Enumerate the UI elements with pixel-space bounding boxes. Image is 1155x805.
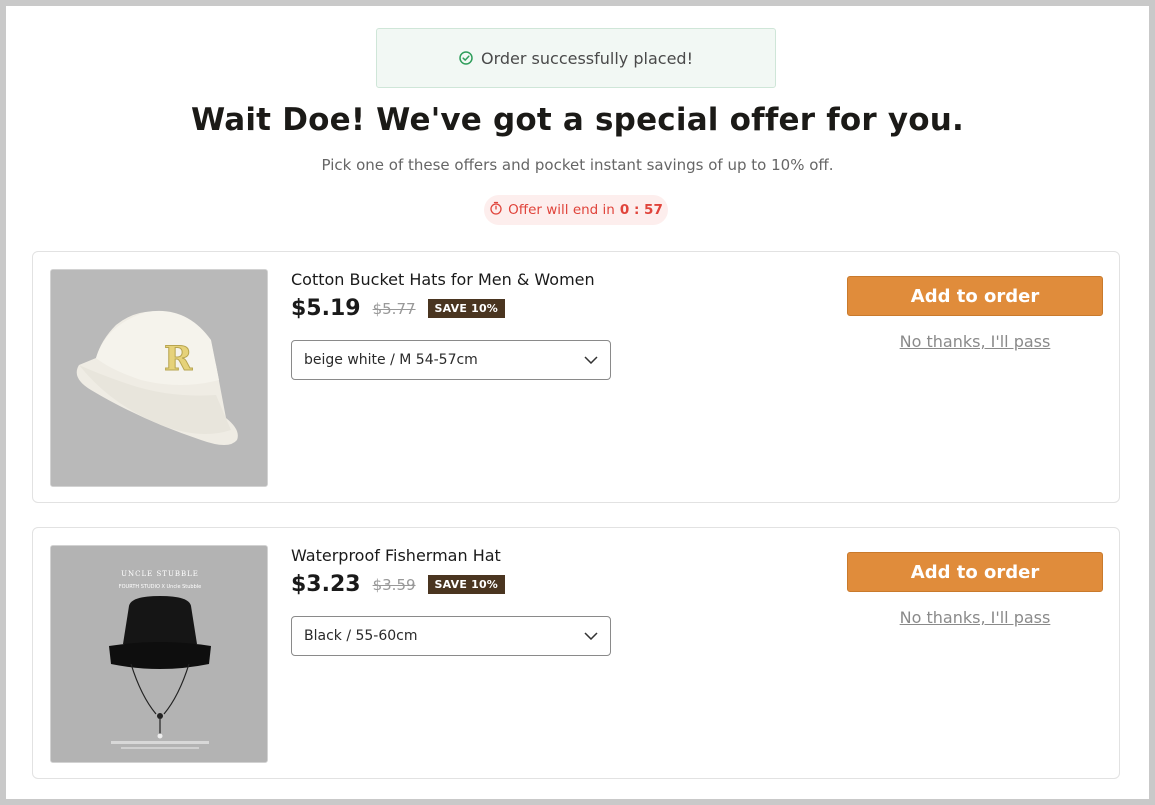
discount-badge: SAVE 10% (427, 299, 506, 318)
offer-card: R Cotton Bucket Hats for Men & Women $5.… (32, 251, 1120, 503)
variant-value: Black / 55-60cm (304, 628, 418, 644)
product-title: Cotton Bucket Hats for Men & Women (291, 270, 595, 289)
success-message: Order successfully placed! (481, 48, 693, 68)
original-price: $3.59 (372, 575, 416, 594)
success-banner: Order successfully placed! (376, 28, 776, 88)
hat-brand-text: UNCLE STUBBLE (121, 570, 199, 578)
variant-select[interactable]: beige white / M 54-57cm (291, 340, 611, 380)
product-title: Waterproof Fisherman Hat (291, 546, 501, 565)
add-to-order-button[interactable]: Add to order (847, 552, 1103, 592)
variant-select[interactable]: Black / 55-60cm (291, 616, 611, 656)
price-row: $5.19 $5.77 SAVE 10% (291, 296, 506, 321)
sale-price: $3.23 (291, 572, 361, 597)
check-circle-icon (459, 51, 473, 65)
black-fisherman-hat-image: UNCLE STUBBLE FOURTH STUDIO X Uncle Stub… (50, 545, 268, 763)
decline-offer-link[interactable]: No thanks, I'll pass (847, 608, 1103, 627)
page-title: Wait Doe! We've got a special offer for … (190, 102, 965, 138)
timer-label: Offer will end in (508, 202, 615, 218)
chevron-down-icon (584, 356, 598, 364)
offer-timer: Offer will end in 0 : 57 (484, 195, 668, 225)
chevron-down-icon (584, 632, 598, 640)
offer-page: Order successfully placed! Wait Doe! We'… (6, 6, 1149, 799)
timer-value: 0 : 57 (619, 202, 663, 218)
stopwatch-icon (489, 201, 503, 219)
offer-card: UNCLE STUBBLE FOURTH STUDIO X Uncle Stub… (32, 527, 1120, 779)
hat-collab-text: FOURTH STUDIO X Uncle Stubble (119, 584, 202, 590)
decline-offer-link[interactable]: No thanks, I'll pass (847, 332, 1103, 351)
svg-text:R: R (164, 339, 193, 379)
original-price: $5.77 (372, 299, 416, 318)
beige-bucket-hat-image: R (50, 269, 268, 487)
add-to-order-button[interactable]: Add to order (847, 276, 1103, 316)
variant-value: beige white / M 54-57cm (304, 352, 478, 368)
page-subtitle: Pick one of these offers and pocket inst… (321, 156, 834, 174)
discount-badge: SAVE 10% (427, 575, 506, 594)
sale-price: $5.19 (291, 296, 361, 321)
price-row: $3.23 $3.59 SAVE 10% (291, 572, 506, 597)
